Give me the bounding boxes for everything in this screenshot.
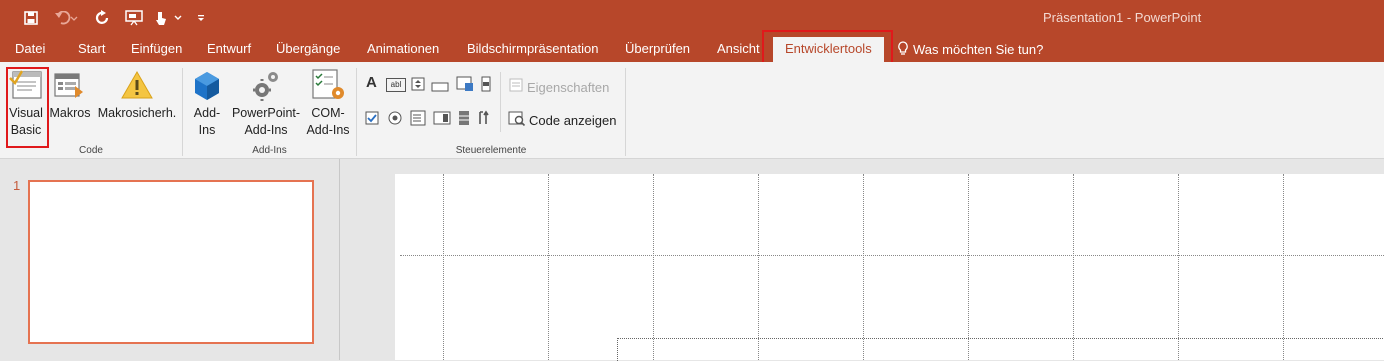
ribbon-tab-bar: Datei Start Einfügen Entwurf Übergänge A… — [0, 36, 1384, 62]
pane-splitter[interactable] — [339, 159, 340, 360]
image-control[interactable] — [456, 76, 474, 91]
properties-label: Eigenschaften — [527, 80, 610, 95]
com-add-ins-icon[interactable] — [311, 68, 347, 102]
macro-security-icon[interactable] — [120, 70, 154, 100]
tab-animations[interactable]: Animationen — [367, 41, 439, 56]
listbox-control[interactable] — [410, 110, 426, 126]
group-separator — [625, 68, 626, 156]
macros-label: Makros — [49, 106, 91, 120]
inner-separator — [500, 72, 501, 132]
customize-qat-icon[interactable] — [195, 0, 207, 36]
redo-icon[interactable] — [93, 0, 111, 36]
gridline — [1283, 174, 1284, 360]
textbox-control[interactable]: abl — [386, 78, 406, 92]
gridline — [548, 174, 549, 360]
start-from-beginning-icon[interactable] — [123, 0, 145, 36]
save-icon[interactable] — [22, 0, 40, 36]
powerpoint-add-ins-icon[interactable] — [250, 68, 282, 102]
group-label-controls: Steuerelemente — [455, 145, 527, 156]
checkbox-control[interactable] — [365, 111, 379, 125]
toggle-button-control[interactable] — [457, 110, 471, 125]
add-ins-label-2: Ins — [198, 123, 216, 137]
combobox-control[interactable] — [433, 111, 451, 125]
slide-canvas[interactable] — [395, 174, 1384, 360]
group-separator — [356, 68, 357, 156]
group-label-code: Code — [79, 145, 103, 156]
add-ins-label-1: Add- — [193, 106, 221, 120]
touch-mode-icon[interactable] — [152, 0, 186, 36]
group-label-add-ins: Add-Ins — [252, 145, 287, 156]
spin-button-control[interactable] — [411, 77, 425, 91]
com-add-ins-label-2: Add-Ins — [306, 123, 350, 137]
properties-button[interactable]: Eigenschaften — [509, 78, 609, 97]
view-code-button[interactable]: Code anzeigen — [508, 110, 616, 131]
powerpoint-add-ins-label-2: Add-Ins — [244, 123, 288, 137]
gridline — [400, 255, 1384, 256]
gridline — [758, 174, 759, 360]
gridline — [1178, 174, 1179, 360]
com-add-ins-label-1: COM- — [311, 106, 345, 120]
visual-basic-highlight — [6, 67, 49, 148]
tab-design[interactable]: Entwurf — [207, 41, 251, 56]
tab-insert[interactable]: Einfügen — [131, 41, 182, 56]
scrollbar-control[interactable] — [481, 76, 491, 92]
powerpoint-add-ins-label-1: PowerPoint- — [231, 106, 301, 120]
gridline — [863, 174, 864, 360]
group-separator — [182, 68, 183, 156]
lightbulb-icon — [897, 41, 909, 58]
gridline — [653, 174, 654, 360]
tab-home[interactable]: Start — [78, 41, 105, 56]
tab-view[interactable]: Ansicht — [717, 41, 760, 56]
gridline — [968, 174, 969, 360]
view-code-icon — [508, 110, 526, 131]
tab-transitions[interactable]: Übergänge — [276, 41, 340, 56]
macro-security-label: Makrosicherh. — [97, 106, 177, 120]
tell-me-box[interactable]: Was möchten Sie tun? — [897, 41, 1043, 58]
properties-icon — [509, 78, 523, 97]
view-code-label: Code anzeigen — [529, 113, 617, 128]
gridline — [1073, 174, 1074, 360]
add-ins-icon[interactable] — [192, 70, 222, 102]
option-button-control[interactable] — [388, 111, 402, 125]
command-button-control[interactable] — [431, 79, 449, 92]
tell-me-label: Was möchten Sie tun? — [913, 42, 1044, 57]
title-bar: Präsentation1 - PowerPoint — [0, 0, 1384, 36]
tab-file[interactable]: Datei — [15, 41, 45, 56]
slide-thumbnail[interactable] — [28, 180, 314, 344]
more-controls-icon[interactable] — [477, 110, 493, 124]
title-placeholder[interactable] — [617, 338, 1384, 361]
slide-number: 1 — [13, 178, 21, 193]
window-title: Präsentation1 - PowerPoint — [1043, 10, 1202, 25]
tab-slide-show[interactable]: Bildschirmpräsentation — [467, 41, 599, 56]
undo-icon[interactable] — [53, 0, 79, 36]
gridline — [443, 174, 444, 360]
label-control[interactable]: A — [366, 75, 380, 90]
macros-icon[interactable] — [53, 70, 87, 102]
tab-review[interactable]: Überprüfen — [625, 41, 690, 56]
